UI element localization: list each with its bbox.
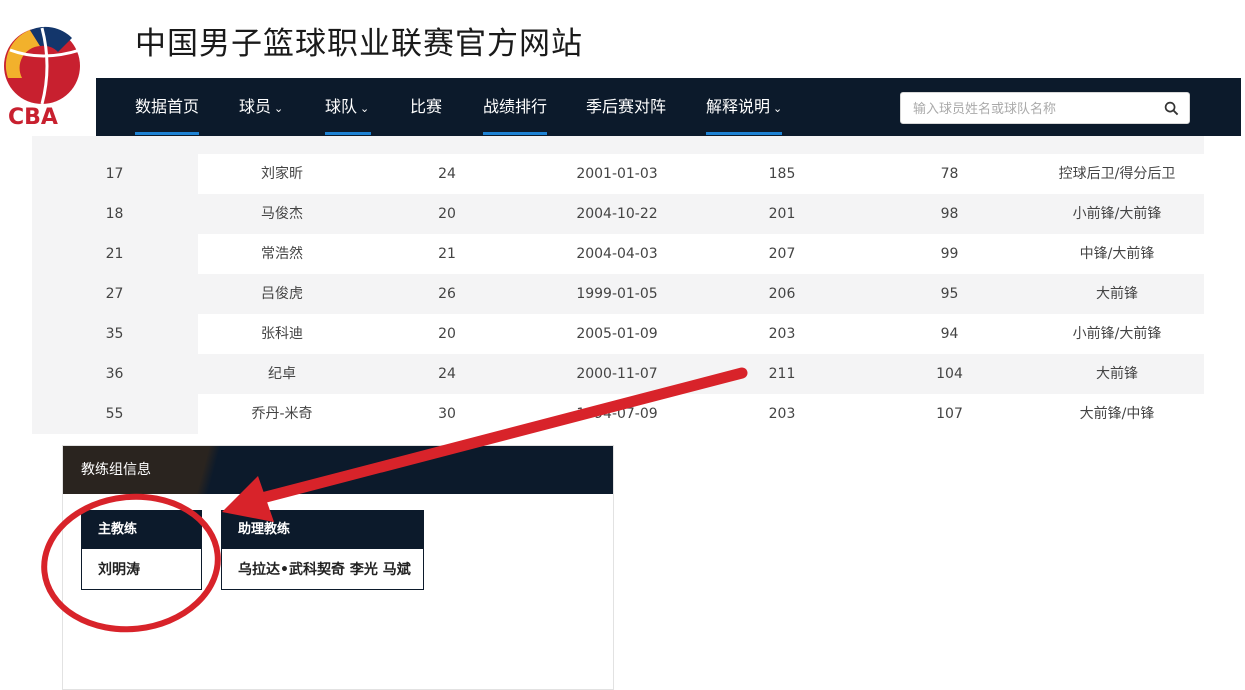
nav-games[interactable]: 比赛 bbox=[410, 78, 442, 136]
player-height: 207 bbox=[768, 246, 796, 262]
chevron-down-icon: ⌄ bbox=[360, 102, 370, 115]
coach-section-title: 教练组信息 bbox=[81, 462, 151, 478]
player-age: 20 bbox=[438, 206, 456, 222]
assistant-coach-names[interactable]: 乌拉达•武科契奇 李光 马斌 bbox=[238, 551, 411, 589]
head-coach-card: 主教练 刘明涛 bbox=[81, 510, 202, 590]
table-row: 17 刘家昕 24 2001-01-03 185 78 控球后卫/得分后卫 bbox=[32, 154, 1204, 194]
player-position: 小前锋/大前锋 bbox=[1072, 326, 1162, 342]
player-weight: 99 bbox=[940, 246, 959, 262]
chevron-down-icon: ⌄ bbox=[773, 102, 783, 115]
player-name[interactable]: 刘家昕 bbox=[217, 154, 347, 194]
player-name[interactable]: 马俊杰 bbox=[217, 194, 347, 234]
logo-text: CBA bbox=[8, 105, 58, 128]
jersey-number: 18 bbox=[105, 206, 124, 222]
roster-table: 17 刘家昕 24 2001-01-03 185 78 控球后卫/得分后卫 18… bbox=[32, 136, 1204, 434]
nav-underline bbox=[706, 132, 782, 135]
player-age: 20 bbox=[438, 326, 456, 342]
player-birthdate: 1999-01-05 bbox=[576, 286, 658, 302]
table-row: 35 张科迪 20 2005-01-09 203 94 小前锋/大前锋 bbox=[32, 314, 1204, 354]
player-age: 30 bbox=[438, 406, 456, 422]
player-position: 控球后卫/得分后卫 bbox=[1058, 166, 1176, 182]
nav-players[interactable]: 球员 ⌄ bbox=[239, 78, 283, 136]
search-icon[interactable] bbox=[1164, 101, 1179, 116]
nav-underline bbox=[135, 132, 199, 135]
nav-explanations[interactable]: 解释说明 ⌄ bbox=[706, 78, 782, 136]
player-height: 211 bbox=[768, 366, 796, 382]
player-age: 24 bbox=[438, 366, 456, 382]
player-weight: 94 bbox=[940, 326, 959, 342]
player-height: 203 bbox=[768, 406, 796, 422]
nav-data-home[interactable]: 数据首页 bbox=[135, 78, 199, 136]
nav-teams[interactable]: 球队 ⌄ bbox=[325, 78, 369, 136]
table-row: 55 乔丹-米奇 30 1994-07-09 203 107 大前锋/中锋 bbox=[32, 394, 1204, 434]
jersey-number: 21 bbox=[105, 246, 124, 262]
jersey-number: 35 bbox=[105, 326, 124, 342]
player-name[interactable]: 张科迪 bbox=[217, 314, 347, 354]
player-birthdate: 1994-07-09 bbox=[576, 406, 658, 422]
search-input[interactable] bbox=[911, 93, 1160, 125]
player-height: 203 bbox=[768, 326, 796, 342]
player-birthdate: 2004-04-03 bbox=[576, 246, 658, 262]
jersey-number: 55 bbox=[105, 406, 124, 422]
player-birthdate: 2005-01-09 bbox=[576, 326, 658, 342]
player-age: 24 bbox=[438, 166, 456, 182]
player-height: 185 bbox=[768, 166, 796, 182]
player-birthdate: 2001-01-03 bbox=[576, 166, 658, 182]
head-coach-label: 主教练 bbox=[82, 511, 201, 549]
player-position: 大前锋/中锋 bbox=[1079, 406, 1155, 422]
player-birthdate: 2004-10-22 bbox=[576, 206, 658, 222]
coach-panel-header: 教练组信息 bbox=[63, 446, 613, 494]
table-row: 36 纪卓 24 2000-11-07 211 104 大前锋 bbox=[32, 354, 1204, 394]
player-height: 201 bbox=[768, 206, 796, 222]
table-row-partial bbox=[32, 136, 1204, 154]
search-box bbox=[900, 92, 1190, 125]
player-weight: 98 bbox=[940, 206, 959, 222]
chevron-down-icon: ⌄ bbox=[274, 102, 284, 115]
player-age: 21 bbox=[438, 246, 456, 262]
head-coach-name[interactable]: 刘明涛 bbox=[98, 551, 140, 589]
player-position: 中锋/大前锋 bbox=[1079, 246, 1155, 262]
player-height: 206 bbox=[768, 286, 796, 302]
nav-underline bbox=[483, 132, 547, 135]
player-name[interactable]: 吕俊虎 bbox=[217, 274, 347, 314]
player-name[interactable]: 常浩然 bbox=[217, 234, 347, 274]
player-name[interactable]: 纪卓 bbox=[217, 354, 347, 394]
player-position: 大前锋 bbox=[1096, 366, 1138, 382]
jersey-number: 36 bbox=[105, 366, 124, 382]
player-birthdate: 2000-11-07 bbox=[576, 366, 658, 382]
cba-logo[interactable]: CBA bbox=[0, 16, 86, 128]
assistant-coach-label: 助理教练 bbox=[222, 511, 423, 549]
jersey-number: 17 bbox=[105, 166, 124, 182]
player-weight: 104 bbox=[936, 366, 963, 382]
table-row: 27 吕俊虎 26 1999-01-05 206 95 大前锋 bbox=[32, 274, 1204, 314]
jersey-number: 27 bbox=[105, 286, 124, 302]
site-title: 中国男子篮球职业联赛官方网站 bbox=[135, 26, 583, 62]
player-weight: 95 bbox=[940, 286, 959, 302]
assistant-coach-card: 助理教练 乌拉达•武科契奇 李光 马斌 bbox=[221, 510, 424, 590]
table-row: 21 常浩然 21 2004-04-03 207 99 中锋/大前锋 bbox=[32, 234, 1204, 274]
player-position: 小前锋/大前锋 bbox=[1072, 206, 1162, 222]
player-weight: 107 bbox=[936, 406, 963, 422]
nav-playoff-bracket[interactable]: 季后赛对阵 bbox=[586, 78, 666, 136]
player-name[interactable]: 乔丹-米奇 bbox=[217, 394, 347, 434]
player-weight: 78 bbox=[940, 166, 959, 182]
nav-underline bbox=[325, 132, 371, 135]
nav-standings[interactable]: 战绩排行 bbox=[483, 78, 547, 136]
player-position: 大前锋 bbox=[1096, 286, 1138, 302]
table-row: 18 马俊杰 20 2004-10-22 201 98 小前锋/大前锋 bbox=[32, 194, 1204, 234]
player-age: 26 bbox=[438, 286, 456, 302]
coach-info-panel: 教练组信息 主教练 刘明涛 助理教练 乌拉达•武科契奇 李光 马斌 bbox=[62, 445, 614, 690]
